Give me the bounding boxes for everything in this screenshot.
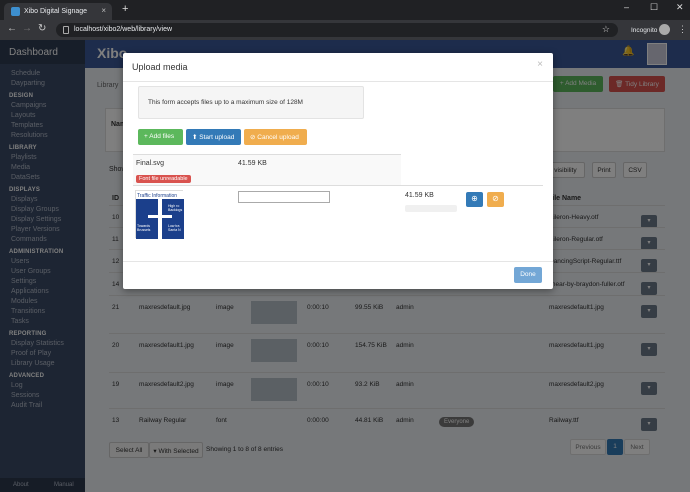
preview-text-santa: Santa N [168, 228, 181, 232]
browser-tab[interactable]: Xibo Digital Signage × [4, 3, 112, 20]
maximize-icon[interactable]: ☐ [650, 2, 658, 13]
close-icon[interactable]: × [537, 59, 543, 70]
info-icon [63, 26, 69, 34]
url-bar[interactable]: localhost/xibo2/web/library/view ☆ [56, 23, 618, 37]
xibo-favicon-icon [11, 7, 20, 16]
file-name: Final.svg [136, 160, 165, 167]
tab-title: Xibo Digital Signage [24, 8, 88, 15]
traffic-sign-image: Traffic Information High ro Backlogs Tow… [136, 191, 184, 239]
browser-menu-icon[interactable]: ⋮ [678, 24, 687, 35]
upload-file-button[interactable]: ⊕ [466, 192, 483, 207]
file-size: 41.59 KB [238, 160, 267, 167]
upload-progress-bar [405, 205, 457, 212]
file-name-input[interactable] [238, 191, 330, 203]
cancel-upload-button[interactable]: ⊘ Cancel upload [244, 129, 307, 145]
queued-file-row: Traffic Information High ro Backlogs Tow… [133, 185, 543, 241]
upload-info-box: This form accepts files up to a maximum … [138, 86, 364, 119]
browser-addressbar: ← → ↻ localhost/xibo2/web/library/view ☆ [0, 20, 690, 40]
preview-label: Traffic Information [137, 193, 177, 199]
forward-icon[interactable]: → [22, 23, 32, 34]
modal-footer-divider [123, 261, 553, 262]
file-preview-image: Traffic Information High ro Backlogs Tow… [135, 190, 184, 239]
incognito-icon [659, 24, 670, 35]
preview-text-back: Backlogs [168, 208, 182, 212]
modal-title: Upload media [132, 62, 188, 72]
browser-tabbar: Xibo Digital Signage × + – ☐ ✕ [0, 0, 690, 20]
window-close-icon[interactable]: ✕ [676, 2, 684, 13]
cancel-file-button[interactable]: ⊘ [487, 192, 504, 207]
minimize-icon[interactable]: – [624, 2, 629, 12]
modal-header-divider [123, 81, 553, 82]
preview-text-brussels: Brussels [137, 228, 151, 232]
incognito-label: Incognito [631, 27, 658, 34]
back-icon[interactable]: ← [7, 23, 17, 34]
reload-icon[interactable]: ↻ [38, 23, 46, 34]
failed-file-row: Final.svg 41.59 KB Font file unreadable [133, 154, 401, 185]
bookmark-star-icon[interactable]: ☆ [602, 24, 610, 35]
upload-media-modal: Upload media × This form accepts files u… [123, 53, 553, 289]
add-files-button[interactable]: + Add files [138, 129, 183, 145]
error-badge: Font file unreadable [136, 175, 191, 183]
new-tab-icon[interactable]: + [122, 3, 128, 15]
start-upload-button[interactable]: ⬆ Start upload [186, 129, 241, 145]
done-button[interactable]: Done [514, 267, 542, 283]
file-size: 41.59 KB [405, 192, 434, 199]
url-text: localhost/xibo2/web/library/view [74, 26, 173, 33]
tab-close-icon[interactable]: × [101, 6, 106, 15]
